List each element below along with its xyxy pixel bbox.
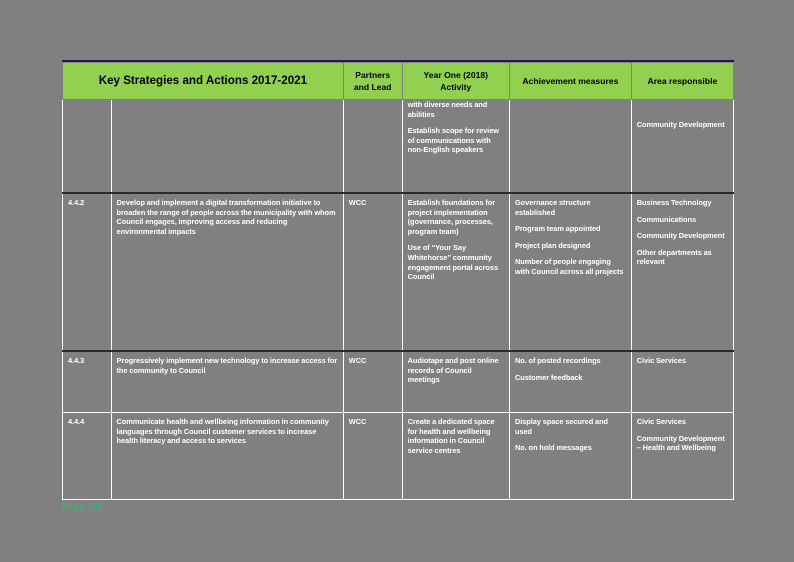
document-page: Key Strategies and Actions 2017-2021 Par… <box>0 0 794 562</box>
achievement-paragraph: Number of people engaging with Council a… <box>514 257 624 276</box>
cell-strategy: Develop and implement a digital transfor… <box>110 192 344 352</box>
year-one-paragraph: with diverse needs and abilities <box>407 100 488 119</box>
table-row: 4.4.4 Communicate health and wellbeing i… <box>62 412 735 500</box>
area-paragraph: Community Development <box>636 231 725 241</box>
achievement-paragraph: Display space secured and used <box>514 417 608 436</box>
cell-year-one-activity: Establish foundations for project implem… <box>401 192 510 352</box>
year-one-line-1: Year One (2018) <box>423 70 489 80</box>
cell-achievement-measures: Display space secured and used No. on ho… <box>508 412 632 500</box>
year-one-paragraph: Establish foundations for project implem… <box>407 198 496 236</box>
achievement-paragraph: Governance structure established <box>514 198 591 217</box>
area-paragraph: Civic Services <box>636 417 686 426</box>
cell-area-responsible: Community Development <box>630 99 735 194</box>
cell-year-one-activity: Audiotape and post online records of Cou… <box>401 350 510 413</box>
column-header-partners-and-lead: Partners and Lead <box>342 62 403 100</box>
area-paragraph: Business Technology <box>636 198 712 207</box>
column-header-area-responsible: Area responsible <box>630 62 735 100</box>
column-header-year-one-activity: Year One (2018) Activity <box>401 62 510 100</box>
cell-partners: WCC <box>342 412 403 500</box>
cell-partners: WCC <box>342 192 403 352</box>
achievement-paragraph: No. on hold messages <box>514 443 592 453</box>
table-row: 4.4.3 Progressively implement new techno… <box>62 350 735 413</box>
cell-partners <box>342 99 403 194</box>
column-header-key-strategies: Key Strategies and Actions 2017-2021 <box>62 62 344 100</box>
area-paragraph: Communications <box>636 214 697 224</box>
cell-year-one-activity: with diverse needs and abilities Establi… <box>401 99 510 194</box>
cell-achievement-measures <box>508 99 632 194</box>
table-body: with diverse needs and abilities Establi… <box>62 99 735 500</box>
achievement-paragraph: No. of posted recordings <box>514 356 601 365</box>
year-one-paragraph: Audiotape and post online records of Cou… <box>407 356 499 385</box>
key-strategies-table: Key Strategies and Actions 2017-2021 Par… <box>62 62 735 500</box>
achievement-paragraph: Project plan designed <box>514 240 591 250</box>
cell-action-number: 4.4.2 <box>62 192 112 352</box>
area-paragraph: Civic Services <box>636 356 686 365</box>
cell-area-responsible: Civic Services <box>630 350 735 413</box>
table-row: with diverse needs and abilities Establi… <box>62 99 735 194</box>
year-one-line-2: Activity <box>440 82 472 92</box>
area-paragraph: Other departments as relevant <box>636 247 712 267</box>
cell-action-number <box>62 99 112 194</box>
achievement-paragraph: Program team appointed <box>514 224 601 234</box>
area-paragraph: Community Development – Health and Wellb… <box>636 433 725 453</box>
cell-achievement-measures: Governance structure established Program… <box>508 192 632 352</box>
year-one-paragraph: Create a dedicated space for health and … <box>407 417 495 455</box>
cell-achievement-measures: No. of posted recordings Customer feedba… <box>508 350 632 413</box>
year-one-paragraph: Use of “Your Say Whitehorse” community e… <box>407 243 499 282</box>
achievement-paragraph: Customer feedback <box>514 372 583 382</box>
year-one-paragraph: Establish scope for review of communicat… <box>407 126 499 155</box>
cell-strategy: Progressively implement new technology t… <box>110 350 344 413</box>
cell-area-responsible: Civic Services Community Development – H… <box>630 412 735 500</box>
cell-action-number: 4.4.3 <box>62 350 112 413</box>
area-paragraph: Community Development <box>636 120 725 129</box>
cell-strategy <box>110 99 344 194</box>
cell-area-responsible: Business Technology Communications Commu… <box>630 192 735 352</box>
table-row: 4.4.2 Develop and implement a digital tr… <box>62 192 735 352</box>
table-header-row: Key Strategies and Actions 2017-2021 Par… <box>62 62 735 100</box>
cell-year-one-activity: Create a dedicated space for health and … <box>401 412 510 500</box>
cell-strategy: Communicate health and wellbeing informa… <box>110 412 344 500</box>
page-number-footer: Page 102 <box>62 502 103 512</box>
column-header-achievement-measures: Achievement measures <box>508 62 632 100</box>
cell-partners: WCC <box>342 350 403 413</box>
cell-action-number: 4.4.4 <box>62 412 112 500</box>
